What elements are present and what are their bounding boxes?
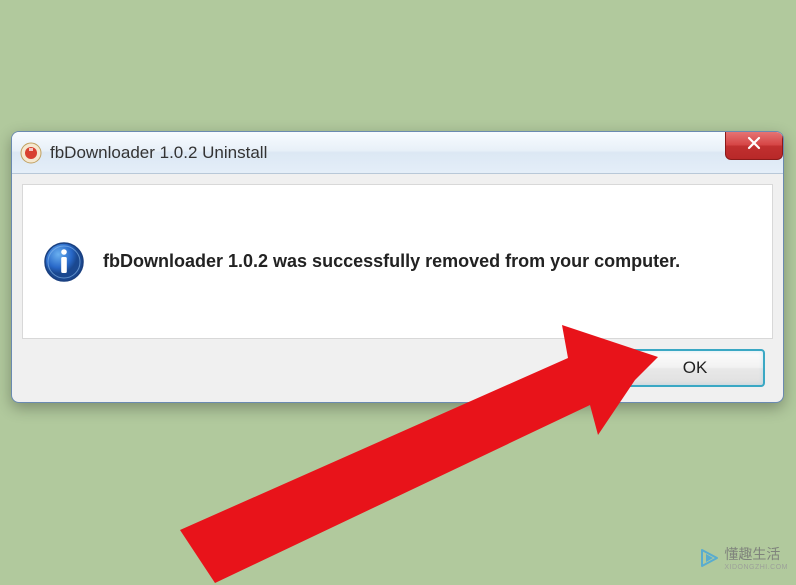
uninstall-dialog: fbDownloader 1.0.2 Uninstall <box>11 131 784 403</box>
button-row: OK <box>12 349 783 399</box>
close-button[interactable] <box>725 132 783 160</box>
ok-button[interactable]: OK <box>625 349 765 387</box>
play-icon <box>698 547 720 569</box>
window-title: fbDownloader 1.0.2 Uninstall <box>50 143 775 163</box>
dialog-body: fbDownloader 1.0.2 was successfully remo… <box>22 184 773 339</box>
watermark-text: 懂趣生活 <box>724 544 788 564</box>
info-icon <box>43 241 85 283</box>
titlebar[interactable]: fbDownloader 1.0.2 Uninstall <box>12 132 783 174</box>
close-icon <box>746 135 762 156</box>
dialog-message: fbDownloader 1.0.2 was successfully remo… <box>103 251 680 272</box>
watermark: 懂趣生活 XIDONGZHI.COM <box>698 544 788 571</box>
app-icon <box>20 142 42 164</box>
watermark-sub: XIDONGZHI.COM <box>724 564 788 571</box>
